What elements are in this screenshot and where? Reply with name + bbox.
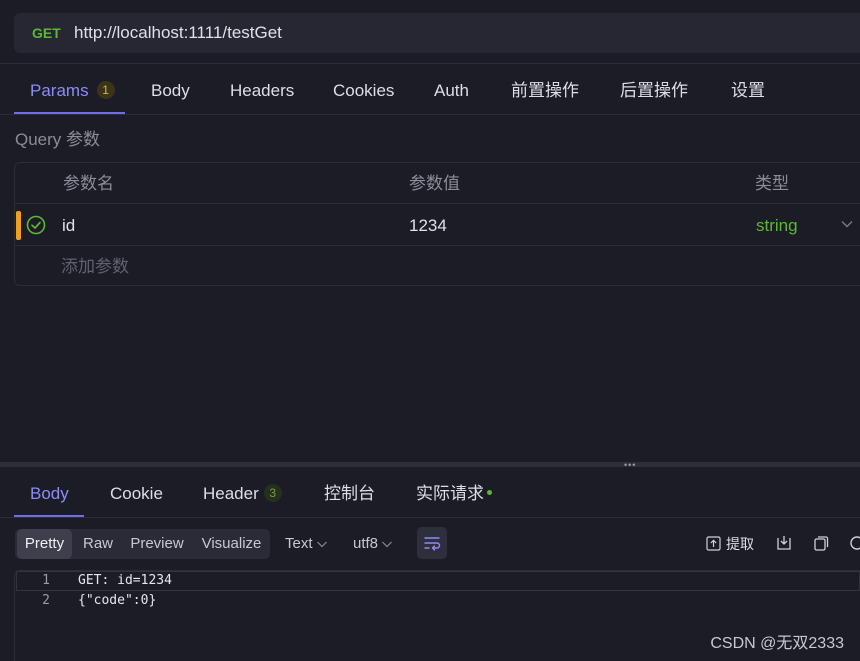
extract-button[interactable]: 提取 [706, 529, 754, 559]
divider [0, 517, 860, 518]
param-type-select[interactable]: string [756, 214, 798, 238]
tab-auth[interactable]: Auth [434, 63, 469, 115]
view-preview-button[interactable]: Preview [124, 529, 190, 559]
status-dot [487, 490, 492, 495]
copy-icon[interactable] [812, 534, 830, 552]
format-select[interactable]: Text [285, 529, 328, 559]
response-tab-actual-request[interactable]: 实际请求 [416, 468, 492, 518]
view-visualize-button[interactable]: Visualize [196, 529, 267, 559]
params-count-badge: 1 [96, 81, 115, 99]
chevron-down-icon [316, 541, 327, 548]
code-line: {"code":0} [78, 593, 157, 608]
column-header-value: 参数值 [409, 174, 460, 193]
tab-cookies[interactable]: Cookies [333, 63, 394, 115]
row-drag-handle[interactable] [16, 211, 21, 240]
watermark: CSDN @无双2333 [710, 635, 844, 652]
response-tab-console[interactable]: 控制台 [324, 468, 375, 518]
chevron-down-icon [382, 541, 392, 548]
divider [0, 114, 860, 115]
column-header-name: 参数名 [63, 174, 114, 193]
query-params-title: Query 参数 [15, 130, 101, 149]
response-tab-cookie[interactable]: Cookie [110, 468, 163, 518]
code-line: GET: id=1234 [78, 573, 172, 588]
drag-handle-icon[interactable]: ••• [624, 461, 636, 470]
response-tab-body[interactable]: Body [30, 468, 69, 518]
column-header-type: 类型 [755, 174, 789, 193]
tab-pre-processors[interactable]: 前置操作 [511, 63, 579, 115]
tab-post-processors[interactable]: 后置操作 [620, 63, 688, 115]
table-divider [15, 245, 860, 246]
tab-body[interactable]: Body [151, 63, 190, 115]
panel-splitter[interactable] [0, 462, 860, 467]
method-label[interactable]: GET [32, 13, 61, 53]
word-wrap-button[interactable] [417, 527, 447, 559]
url-input[interactable]: http://localhost:1111/testGet [74, 13, 282, 53]
chevron-down-icon[interactable] [840, 217, 854, 231]
header-count-badge: 3 [263, 484, 282, 502]
table-divider [15, 203, 860, 204]
download-icon[interactable] [775, 534, 793, 552]
search-icon[interactable] [848, 534, 860, 552]
check-circle-icon[interactable] [26, 215, 46, 235]
line-number: 2 [42, 593, 50, 608]
url-bar[interactable]: GET http://localhost:1111/testGet [14, 13, 860, 53]
param-value-cell[interactable]: 1234 [409, 214, 447, 238]
tab-headers[interactable]: Headers [230, 63, 294, 115]
tab-params[interactable]: Params 1 [30, 63, 115, 115]
extract-icon [706, 536, 721, 551]
add-param-input[interactable]: 添加参数 [61, 255, 129, 279]
line-number: 1 [42, 573, 50, 588]
encoding-select[interactable]: utf8 [353, 529, 393, 559]
word-wrap-icon [424, 537, 441, 551]
response-tab-header[interactable]: Header 3 [203, 468, 282, 518]
view-raw-button[interactable]: Raw [78, 529, 118, 559]
tab-settings[interactable]: 设置 [731, 63, 765, 115]
param-name-cell[interactable]: id [62, 214, 75, 238]
view-pretty-button[interactable]: Pretty [17, 529, 72, 559]
